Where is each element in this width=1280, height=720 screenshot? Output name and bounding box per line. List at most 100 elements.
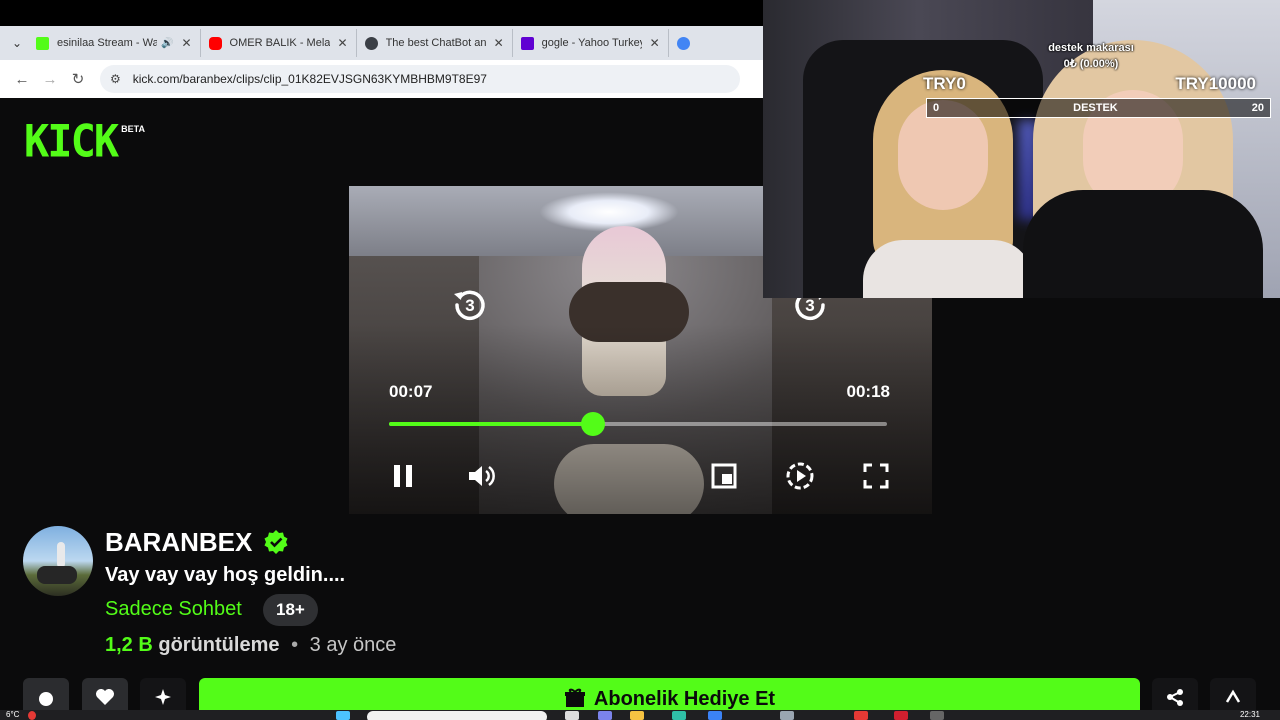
teams-icon[interactable] <box>598 711 612 720</box>
channel-name[interactable]: BARANBEX <box>105 527 252 558</box>
current-time: 00:07 <box>389 382 433 401</box>
kick-favicon-icon <box>36 36 49 50</box>
bar-label: DESTEK <box>1073 102 1118 114</box>
clip-title: Vay vay vay hoş geldin.... <box>105 564 346 586</box>
browser-tab-kick[interactable]: esinilaa Stream - Watch 🔊 ✕ <box>28 29 201 57</box>
tab-title: The best ChatBot and Wid <box>385 37 486 49</box>
share-icon <box>1167 689 1183 706</box>
chrome-icon[interactable] <box>854 711 868 720</box>
google-favicon-icon <box>676 36 690 50</box>
kick-header: KICK BETA <box>0 98 763 186</box>
gift-icon <box>564 688 585 707</box>
kick-logo[interactable]: KICK BETA <box>24 115 145 168</box>
webcam-overlay: destek makarası 0₺ (0.00%) TRY0 TRY10000… <box>763 0 1280 298</box>
task-view-icon[interactable] <box>565 711 579 720</box>
seek-bar[interactable] <box>389 412 887 436</box>
view-count: 1,2 B <box>105 634 153 656</box>
bar-min: 0 <box>933 102 940 114</box>
site-info-icon[interactable]: ⚙ <box>110 72 121 86</box>
browser-tab-youtube[interactable]: OMER BALIK - Melancholy ✕ <box>201 29 357 57</box>
edge-icon[interactable] <box>672 711 686 720</box>
tab-title: OMER BALIK - Melancholy <box>229 37 330 49</box>
duration: 00:18 <box>846 382 890 401</box>
chevron-up-icon <box>1225 689 1241 703</box>
heart-icon <box>96 689 114 705</box>
donation-goal-amount: 0₺ (0.00%) <box>1063 58 1119 70</box>
fullscreen-button[interactable] <box>860 460 892 492</box>
url-text: kick.com/baranbex/clips/clip_01K82EVJSGN… <box>132 72 487 86</box>
sparkle-icon <box>155 689 171 705</box>
weather-widget[interactable]: 6°C <box>6 710 19 720</box>
opera-icon[interactable] <box>894 711 908 720</box>
picture-in-picture-button[interactable] <box>708 460 740 492</box>
volume-icon <box>469 465 495 487</box>
verified-badge-icon <box>263 529 289 555</box>
donation-goal-title: destek makarası <box>1048 42 1134 54</box>
pause-icon <box>394 465 412 487</box>
browser-tab-yahoo[interactable]: gogle - Yahoo Turkey Aran ✕ <box>513 29 669 57</box>
windows-start-icon[interactable] <box>336 711 350 720</box>
speaker-icon[interactable]: 🔊 <box>161 38 173 49</box>
beta-label: BETA <box>121 124 145 134</box>
close-tab-icon[interactable]: ✕ <box>181 36 191 50</box>
app-icon[interactable] <box>930 711 944 720</box>
pip-icon <box>711 463 737 489</box>
goal-start-label: TRY0 <box>923 74 966 93</box>
tab-title: gogle - Yahoo Turkey Aran <box>541 37 642 49</box>
forward-seconds: 3 <box>805 296 814 315</box>
close-tab-icon[interactable]: ✕ <box>650 36 660 50</box>
address-bar: ← → ↻ ⚙ kick.com/baranbex/clips/clip_01K… <box>0 60 763 98</box>
webcam-person-left-body <box>863 240 1033 298</box>
gift-button-label: Abonelik Hediye Et <box>593 688 776 710</box>
posted-ago: 3 ay önce <box>309 634 397 656</box>
close-tab-icon[interactable]: ✕ <box>338 36 348 50</box>
age-rating-badge: 18+ <box>263 594 318 626</box>
bell-icon <box>39 692 53 706</box>
webcam-person-right-body <box>1023 190 1263 298</box>
mail-icon[interactable] <box>780 711 794 720</box>
view-label: görüntüleme <box>158 634 280 656</box>
goal-end-label: TRY10000 <box>1175 74 1256 93</box>
rewind-icon: 3 <box>454 290 485 321</box>
os-taskbar: 6°C 22:31 <box>0 710 1280 720</box>
seek-handle[interactable] <box>581 412 606 436</box>
rewind-seconds: 3 <box>465 296 474 315</box>
notification-badge-icon <box>28 711 36 720</box>
tab-search-icon[interactable]: ⌄ <box>6 32 28 54</box>
forward-icon[interactable]: → <box>36 65 64 93</box>
channel-avatar[interactable] <box>23 526 93 596</box>
separator: • <box>291 634 299 656</box>
category-link[interactable]: Sadece Sohbet <box>105 598 242 621</box>
taskbar-search-box[interactable] <box>367 711 547 720</box>
fullscreen-icon <box>863 463 889 489</box>
pause-button[interactable] <box>387 460 419 492</box>
reload-icon[interactable]: ↻ <box>64 65 92 93</box>
volume-button[interactable] <box>465 460 497 492</box>
video-frame-light <box>539 192 679 232</box>
rewind-button[interactable]: 3 <box>450 285 490 325</box>
kick-logo-text: KICK <box>24 115 119 168</box>
browser-tab-strip: ⌄ esinilaa Stream - Watch 🔊 ✕ OMER BALIK… <box>0 26 763 60</box>
back-icon[interactable]: ← <box>8 65 36 93</box>
avatar-figure <box>57 542 65 568</box>
chatbot-favicon-icon <box>364 36 378 50</box>
store-icon[interactable] <box>708 711 722 720</box>
autoplay-icon <box>786 462 814 490</box>
tab-title: esinilaa Stream - Watch <box>57 37 157 49</box>
donation-progress-bar: 0 DESTEK 20 <box>926 98 1271 118</box>
youtube-favicon-icon <box>208 36 222 50</box>
browser-tab-google[interactable] <box>669 29 706 57</box>
file-explorer-icon[interactable] <box>630 711 644 720</box>
screen: ⌄ esinilaa Stream - Watch 🔊 ✕ OMER BALIK… <box>0 0 1280 720</box>
autoplay-button[interactable] <box>784 460 816 492</box>
close-tab-icon[interactable]: ✕ <box>494 36 504 50</box>
avatar-motorcycle <box>37 566 77 584</box>
yahoo-favicon-icon <box>520 36 534 50</box>
browser-top-strip <box>0 0 763 26</box>
browser-tab-chatbot[interactable]: The best ChatBot and Wid ✕ <box>357 29 513 57</box>
bar-max: 20 <box>1251 102 1264 114</box>
system-clock[interactable]: 22:31 <box>1240 710 1260 720</box>
controls-gradient <box>349 324 932 514</box>
url-field[interactable]: ⚙ kick.com/baranbex/clips/clip_01K82EVJS… <box>100 65 740 93</box>
view-stats: 1,2 B görüntüleme • 3 ay önce <box>105 634 396 657</box>
